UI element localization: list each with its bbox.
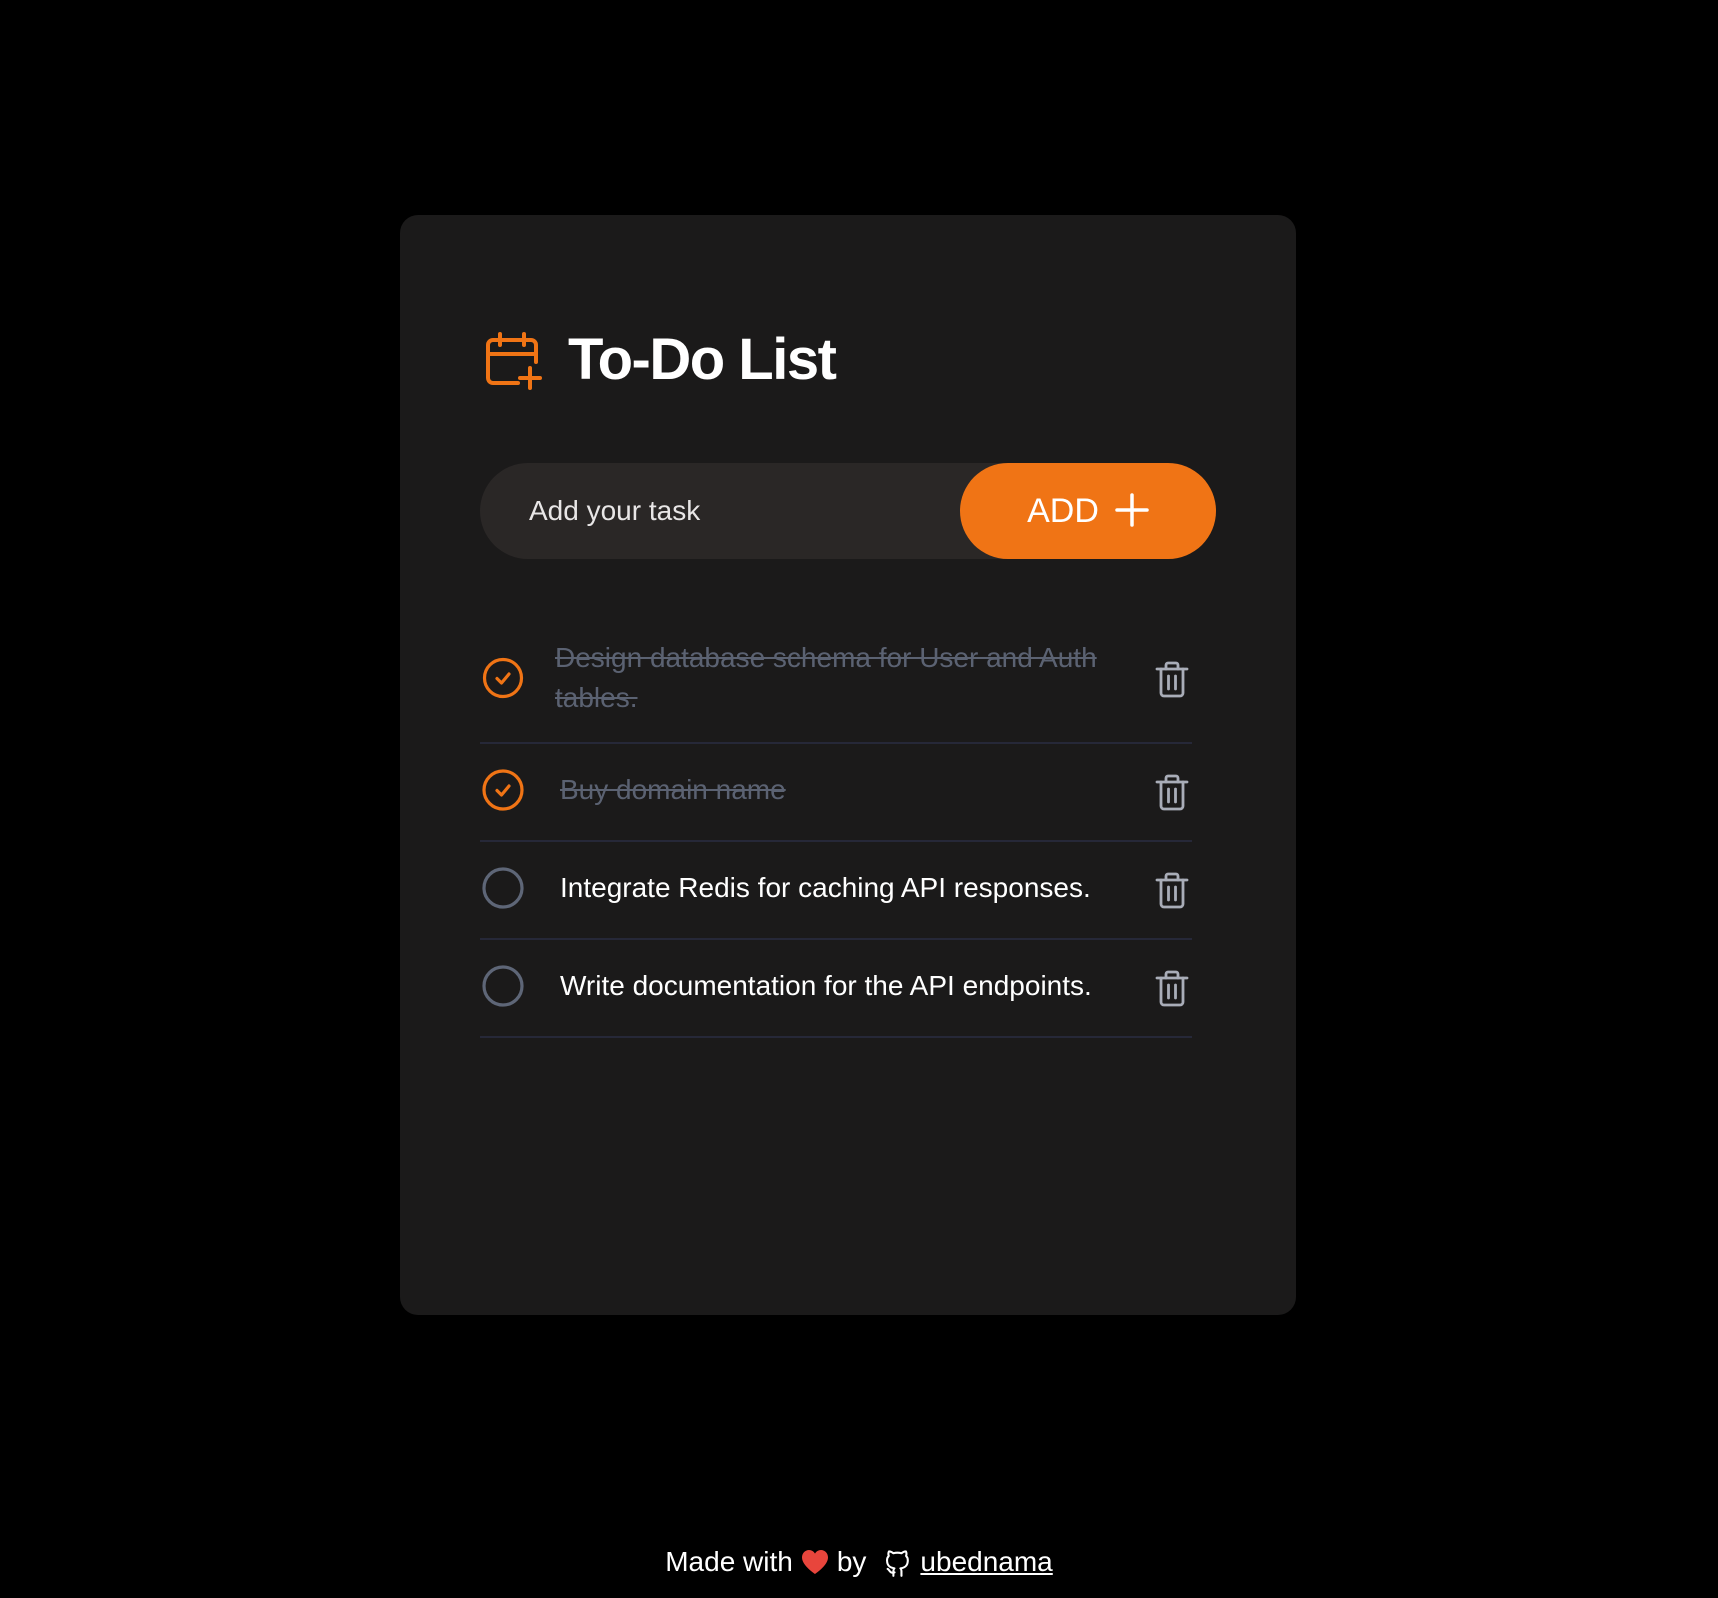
task-item: Design database schema for User and Auth…: [480, 618, 1192, 744]
github-icon: [884, 1547, 912, 1577]
task-item: Buy domain name: [480, 744, 1192, 842]
task-input[interactable]: [480, 463, 960, 559]
plus-icon: [1115, 492, 1149, 530]
calendar-plus-icon: [484, 330, 542, 390]
add-button[interactable]: ADD: [960, 463, 1216, 559]
page-title: To-Do List: [568, 327, 837, 392]
trash-icon[interactable]: [1152, 658, 1192, 700]
add-task-form: ADD: [480, 463, 1216, 559]
trash-icon[interactable]: [1152, 771, 1192, 813]
empty-circle-icon[interactable]: [482, 965, 524, 1007]
check-circle-icon[interactable]: [482, 769, 524, 811]
footer: Made with by ubednama: [0, 1546, 1718, 1578]
footer-made-with: Made with: [665, 1546, 793, 1577]
task-text: Write documentation for the API endpoint…: [560, 970, 1092, 1001]
heart-icon: [801, 1549, 829, 1575]
todo-header: To-Do List: [484, 327, 837, 392]
task-text: Design database schema for User and Auth…: [555, 642, 1097, 713]
task-item: Write documentation for the API endpoint…: [480, 940, 1192, 1038]
author-link[interactable]: ubednama: [920, 1546, 1052, 1578]
task-item: Integrate Redis for caching API response…: [480, 842, 1192, 940]
task-text: Integrate Redis for caching API response…: [560, 872, 1091, 903]
footer-by: by: [836, 1546, 867, 1577]
trash-icon[interactable]: [1152, 869, 1192, 911]
task-list: Design database schema for User and Auth…: [480, 618, 1192, 1038]
trash-icon[interactable]: [1152, 967, 1192, 1009]
add-button-label: ADD: [1027, 491, 1099, 530]
page: To-Do List ADD Design database schema fo…: [0, 0, 1718, 1598]
check-circle-icon[interactable]: [482, 657, 524, 699]
task-text: Buy domain name: [560, 774, 786, 805]
empty-circle-icon[interactable]: [482, 867, 524, 909]
